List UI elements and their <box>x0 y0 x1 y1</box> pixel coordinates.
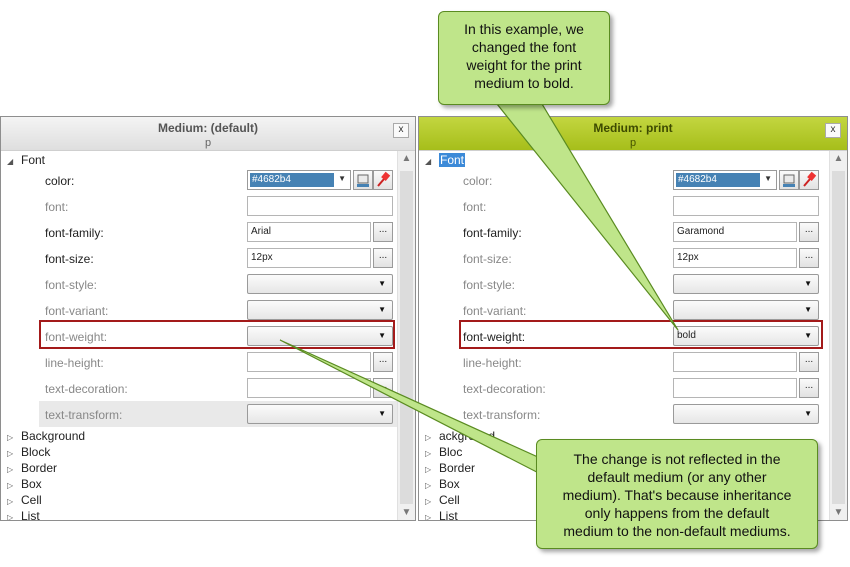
bottom-callout-pointer <box>279 339 561 485</box>
callout-line: default medium (or any other <box>587 469 767 485</box>
callout-line: weight for the print <box>466 57 582 73</box>
bottom-callout: The change is not reflected in the defau… <box>536 439 818 549</box>
callout-line: medium to bold. <box>474 75 574 91</box>
callout-line: The change is not reflected in the <box>573 451 781 467</box>
callout-line: In this example, we <box>464 21 584 37</box>
top-callout: In this example, we changed the font wei… <box>438 11 610 105</box>
top-callout-pointer <box>495 103 679 331</box>
callout-line: medium to the non-default mediums. <box>563 523 791 539</box>
callout-line: medium). That's because inheritance <box>562 487 792 503</box>
callout-line: changed the font <box>471 39 577 55</box>
callout-line: only happens from the default <box>584 505 770 521</box>
